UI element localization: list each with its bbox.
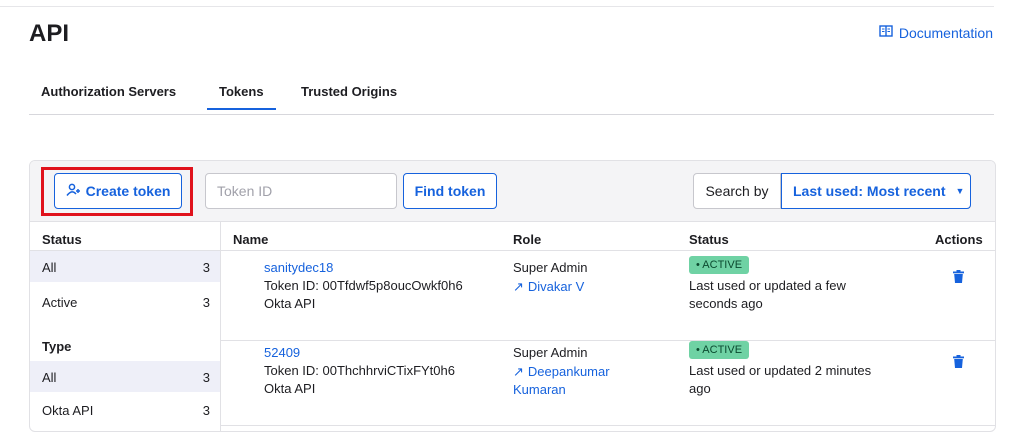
column-name-header: Name: [233, 232, 269, 247]
token-name-link[interactable]: sanitydec18: [264, 260, 333, 275]
token-name-link[interactable]: 52409: [264, 345, 300, 360]
tokens-panel: Create token Token ID Find token Search …: [29, 160, 996, 432]
create-token-label: Create token: [85, 183, 171, 199]
token-role: Super Admin: [513, 260, 588, 275]
caret-down-icon: ▼: [955, 186, 965, 196]
find-token-button[interactable]: Find token: [403, 173, 497, 209]
filter-label: Active: [42, 295, 78, 310]
filter-count: 3: [202, 295, 210, 310]
token-last-used: Last used or updated 2 minutes ago: [689, 363, 872, 396]
filter-count: 3: [202, 370, 210, 385]
token-user-link[interactable]: ↗ Deepankumar Kumaran: [513, 363, 643, 399]
status-badge: • ACTIVE: [689, 256, 750, 274]
search-by-control: Search by Last used: Most recent ▼: [693, 173, 971, 209]
tab-trusted-origins[interactable]: Trusted Origins: [301, 84, 397, 108]
column-actions-header: Actions: [935, 232, 983, 247]
token-type: Okta API: [264, 296, 316, 311]
filter-status-active[interactable]: Active 3: [30, 286, 220, 317]
table-row: 52409 Token ID: 00ThchhrviCTixFYt0h6 Okt…: [221, 335, 995, 426]
tokens-toolbar: Create token Token ID Find token Search …: [30, 161, 995, 222]
page-title: API: [29, 20, 70, 47]
external-link-icon: ↗: [513, 279, 524, 294]
tab-authorization-servers[interactable]: Authorization Servers: [41, 84, 176, 108]
table-row: sanitydec18 Token ID: 00Tfdwf5p8oucOwkf0…: [221, 250, 995, 341]
column-role-header: Role: [513, 232, 542, 247]
documentation-label: Documentation: [898, 24, 993, 41]
add-user-icon: [65, 183, 80, 200]
token-user-name: Deepankumar Kumaran: [513, 364, 610, 397]
tab-bar: Authorization Servers Tokens Trusted Ori…: [29, 84, 994, 115]
token-user-name: Divakar V: [527, 279, 585, 294]
filter-status-all[interactable]: All 3: [30, 251, 220, 282]
filter-label: All: [42, 260, 57, 275]
column-status-header: Status: [689, 232, 729, 247]
filter-type-heading: Type: [42, 339, 72, 354]
token-id-input[interactable]: Token ID: [205, 173, 397, 209]
filter-count: 3: [202, 403, 210, 418]
documentation-link[interactable]: Documentation: [879, 24, 993, 41]
filter-type-all[interactable]: All 3: [30, 361, 220, 392]
trash-icon[interactable]: [953, 270, 964, 288]
token-type: Okta API: [264, 381, 316, 396]
sort-select[interactable]: Last used: Most recent ▼: [781, 173, 971, 209]
status-badge: • ACTIVE: [689, 341, 750, 359]
tab-tokens[interactable]: Tokens: [207, 84, 276, 110]
book-icon: [879, 24, 893, 41]
filter-type-okta-api[interactable]: Okta API 3: [30, 394, 220, 425]
token-role: Super Admin: [513, 345, 588, 360]
token-user-link[interactable]: ↗ Divakar V: [513, 278, 643, 296]
filter-label: Okta API: [42, 403, 94, 418]
top-divider: [0, 6, 994, 7]
token-id: Token ID: 00ThchhrviCTixFYt0h6: [264, 363, 455, 378]
token-id: Token ID: 00Tfdwf5p8oucOwkf0h6: [264, 278, 463, 293]
filter-label: All: [42, 370, 57, 385]
external-link-icon: ↗: [513, 364, 524, 379]
token-last-used: Last used or updated a few seconds ago: [689, 278, 846, 311]
search-by-label: Search by: [694, 174, 781, 208]
filter-count: 3: [202, 260, 210, 275]
trash-icon[interactable]: [953, 355, 964, 373]
create-token-button[interactable]: Create token: [54, 173, 182, 209]
filter-sidebar: All 3 Active 3 Type All 3 Okta API 3: [30, 222, 221, 431]
sort-select-value: Last used: Most recent: [793, 183, 946, 199]
